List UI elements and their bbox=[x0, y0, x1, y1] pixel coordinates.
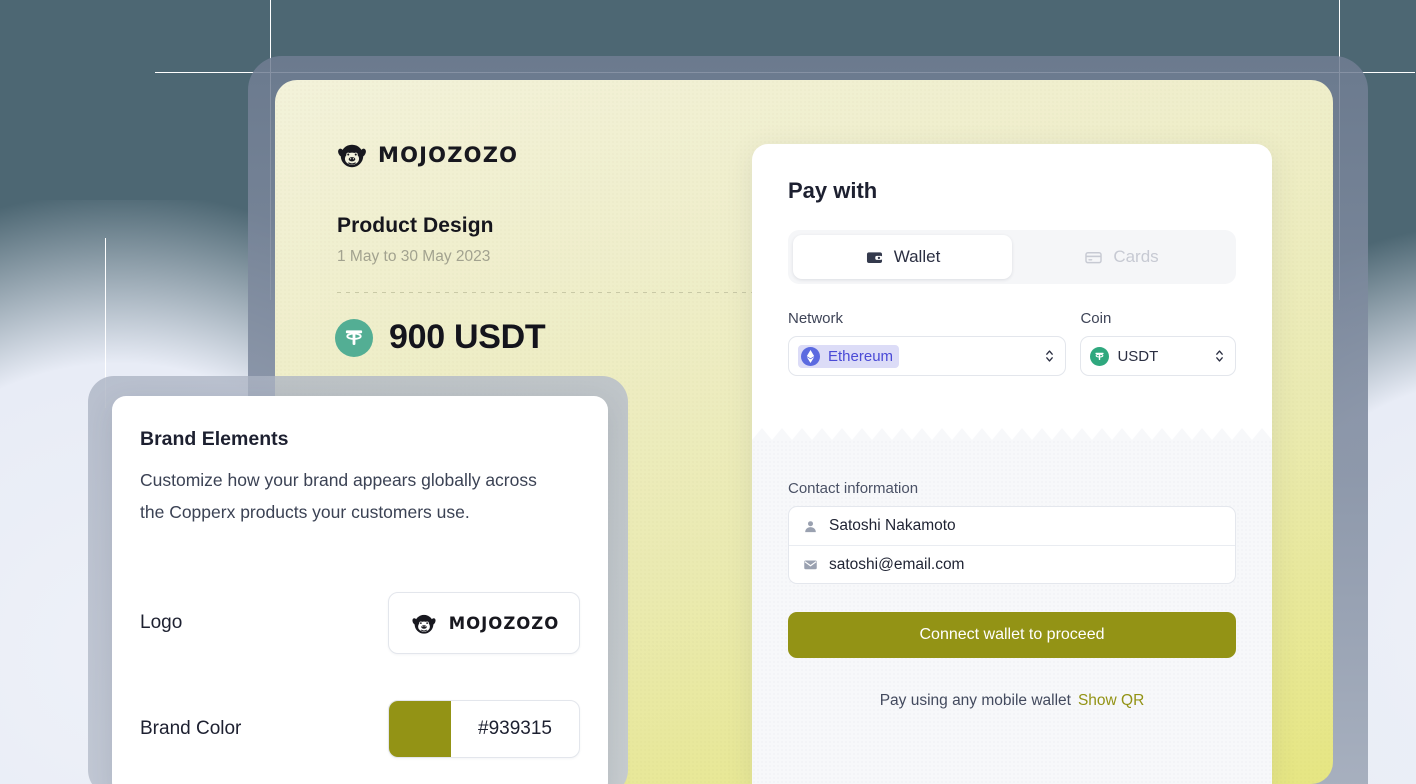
pay-panel-bottom: Contact information Satoshi Nakamoto sat… bbox=[752, 440, 1272, 784]
gorilla-icon-small bbox=[412, 614, 436, 634]
pay-panel-top: Pay with Wallet Cards Network Ethereum C… bbox=[752, 144, 1272, 376]
invoice-header: MOJOZOZO Product Design 1 May to 30 May … bbox=[337, 140, 757, 266]
invoice-divider bbox=[337, 292, 769, 293]
contact-information-label: Contact information bbox=[788, 480, 919, 497]
wallet-icon bbox=[866, 251, 882, 263]
credit-card-icon bbox=[1085, 251, 1103, 263]
contact-name-row[interactable]: Satoshi Nakamoto bbox=[789, 507, 1235, 545]
coin-select[interactable]: USDT bbox=[1080, 336, 1236, 376]
coin-selected-value: USDT bbox=[1090, 346, 1159, 366]
mobile-wallet-text: Pay using any mobile wallet bbox=[879, 692, 1071, 709]
ethereum-icon bbox=[801, 346, 820, 366]
payment-method-tabs: Wallet Cards bbox=[788, 230, 1236, 284]
brand-color-row: Brand Color #939315 bbox=[140, 700, 580, 758]
tab-wallet[interactable]: Wallet bbox=[793, 235, 1012, 279]
network-label: Network bbox=[788, 310, 844, 327]
brand-elements-card: Brand Elements Customize how your brand … bbox=[112, 396, 608, 784]
network-value-text: Ethereum bbox=[828, 347, 894, 365]
contact-information-group: Satoshi Nakamoto satoshi@email.com bbox=[788, 506, 1236, 584]
brand-color-swatch[interactable] bbox=[389, 701, 451, 757]
network-selected-value: Ethereum bbox=[798, 344, 900, 368]
merchant-logo: MOJOZOZO bbox=[337, 140, 757, 170]
mobile-wallet-row: Pay using any mobile wallet Show QR bbox=[788, 692, 1236, 710]
person-icon bbox=[805, 520, 816, 532]
brand-elements-description: Customize how your brand appears globall… bbox=[140, 470, 537, 522]
invoice-project-title: Product Design bbox=[337, 214, 494, 237]
invoice-amount-row: 900 USDT bbox=[335, 318, 546, 357]
coin-value-text: USDT bbox=[1117, 347, 1159, 365]
screenshot-stage: MOJOZOZO Product Design 1 May to 30 May … bbox=[0, 0, 1416, 784]
usdt-icon-small bbox=[1090, 346, 1110, 366]
contact-email-row[interactable]: satoshi@email.com bbox=[789, 545, 1235, 583]
invoice-date-range: 1 May to 30 May 2023 bbox=[337, 248, 491, 265]
gorilla-icon bbox=[338, 144, 366, 168]
chevron-updown-icon-coin bbox=[1216, 350, 1223, 362]
chevron-updown-icon bbox=[1046, 350, 1054, 362]
brand-logo-preview[interactable]: MOJOZOZO bbox=[388, 592, 580, 654]
brand-logo-label: Logo bbox=[140, 612, 183, 633]
tab-cards[interactable]: Cards bbox=[1012, 235, 1231, 279]
envelope-icon bbox=[804, 560, 817, 570]
network-coin-row: Network Ethereum Coin USDT bbox=[788, 310, 1236, 376]
contact-email-value: satoshi@email.com bbox=[829, 555, 965, 573]
brand-color-hex-value[interactable]: #939315 bbox=[451, 701, 579, 757]
tab-cards-label: Cards bbox=[1113, 247, 1159, 266]
brand-elements-title: Brand Elements bbox=[140, 428, 289, 450]
brand-logo-row: Logo MOJOZOZO bbox=[140, 592, 580, 654]
show-qr-link[interactable]: Show QR bbox=[1078, 692, 1144, 709]
network-field: Network Ethereum bbox=[788, 310, 1067, 376]
tab-wallet-label: Wallet bbox=[893, 247, 941, 266]
network-select[interactable]: Ethereum bbox=[788, 336, 1067, 376]
coin-field: Coin USDT bbox=[1080, 310, 1236, 376]
coin-label: Coin bbox=[1080, 310, 1112, 327]
pay-panel: Pay with Wallet Cards Network Ethereum C… bbox=[752, 144, 1272, 784]
connect-wallet-button[interactable]: Connect wallet to proceed bbox=[788, 612, 1236, 658]
brand-color-picker[interactable]: #939315 bbox=[388, 700, 580, 758]
invoice-amount: 900 USDT bbox=[389, 318, 546, 356]
brand-logo-wordmark: MOJOZOZO bbox=[448, 613, 560, 633]
contact-name-value: Satoshi Nakamoto bbox=[829, 517, 956, 534]
brand-color-label: Brand Color bbox=[140, 718, 242, 739]
pay-panel-title: Pay with bbox=[788, 178, 878, 203]
usdt-icon bbox=[335, 318, 373, 357]
merchant-brand-name: MOJOZOZO bbox=[378, 143, 519, 167]
